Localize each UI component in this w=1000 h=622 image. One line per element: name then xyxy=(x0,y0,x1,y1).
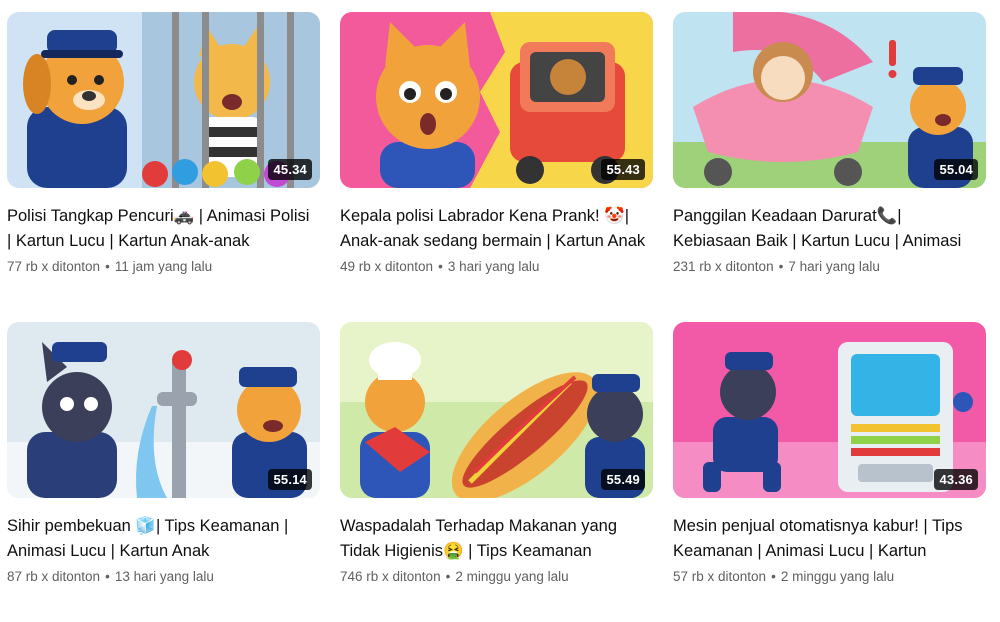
separator-dot: • xyxy=(105,569,110,584)
video-duration: 45.34 xyxy=(268,159,312,180)
upload-age: 11 jam yang lalu xyxy=(114,259,213,274)
video-thumbnail[interactable]: 45.34 xyxy=(7,12,320,188)
view-count: 87 rb x ditonton xyxy=(7,569,101,584)
video-metadata: 231 rb x ditonton • 7 hari yang lalu xyxy=(673,259,986,274)
video-card[interactable]: 45.34 Polisi Tangkap Pencuri🚓 | Animasi … xyxy=(7,12,320,308)
view-count: 746 rb x ditonton xyxy=(340,569,441,584)
video-card[interactable]: 55.04 Panggilan Keadaan Darurat📞| Kebias… xyxy=(673,12,986,308)
video-title[interactable]: Waspadalah Terhadap Makanan yang Tidak H… xyxy=(340,514,653,564)
video-duration: 55.14 xyxy=(268,469,312,490)
video-card[interactable]: 55.49 Waspadalah Terhadap Makanan yang T… xyxy=(340,322,653,622)
video-thumbnail[interactable]: 55.04 xyxy=(673,12,986,188)
video-metadata: 746 rb x ditonton • 2 minggu yang lalu xyxy=(340,569,653,584)
video-grid: 45.34 Polisi Tangkap Pencuri🚓 | Animasi … xyxy=(0,0,1000,616)
video-duration: 43.36 xyxy=(934,469,978,490)
upload-age: 7 hari yang lalu xyxy=(788,259,880,274)
view-count: 57 rb x ditonton xyxy=(673,569,767,584)
separator-dot: • xyxy=(105,259,110,274)
view-count: 231 rb x ditonton xyxy=(673,259,774,274)
video-card[interactable]: 55.43 Kepala polisi Labrador Kena Prank!… xyxy=(340,12,653,308)
video-metadata: 49 rb x ditonton • 3 hari yang lalu xyxy=(340,259,653,274)
separator-dot: • xyxy=(778,259,784,274)
video-card[interactable]: 55.14 Sihir pembekuan 🧊| Tips Keamanan |… xyxy=(7,322,320,622)
video-title[interactable]: Kepala polisi Labrador Kena Prank! 🤡| An… xyxy=(340,204,653,254)
upload-age: 2 minggu yang lalu xyxy=(455,569,569,584)
video-title[interactable]: Mesin penjual otomatisnya kabur! | Tips … xyxy=(673,514,986,564)
video-title[interactable]: Panggilan Keadaan Darurat📞| Kebiasaan Ba… xyxy=(673,204,986,254)
surprised-dog-icon xyxy=(376,22,480,188)
video-thumbnail[interactable]: 55.43 xyxy=(340,12,653,188)
upload-age: 3 hari yang lalu xyxy=(447,259,540,274)
upload-age: 13 hari yang lalu xyxy=(114,569,214,584)
video-thumbnail[interactable]: 55.49 xyxy=(340,322,653,498)
video-thumbnail[interactable]: 43.36 xyxy=(673,322,986,498)
video-duration: 55.04 xyxy=(934,159,978,180)
separator-dot: • xyxy=(438,259,443,274)
video-metadata: 87 rb x ditonton • 13 hari yang lalu xyxy=(7,569,320,584)
video-title[interactable]: Polisi Tangkap Pencuri🚓 | Animasi Polisi… xyxy=(7,204,320,254)
hand-icon xyxy=(953,392,973,412)
upload-age: 2 minggu yang lalu xyxy=(780,569,895,584)
video-thumbnail[interactable]: 55.14 xyxy=(7,322,320,498)
video-metadata: 77 rb x ditonton • 11 jam yang lalu xyxy=(7,259,320,274)
video-title[interactable]: Sihir pembekuan 🧊| Tips Keamanan | Anima… xyxy=(7,514,320,564)
video-metadata: 57 rb x ditonton • 2 minggu yang lalu xyxy=(673,569,986,584)
view-count: 77 rb x ditonton xyxy=(7,259,101,274)
separator-dot: • xyxy=(771,569,776,584)
alert-icon xyxy=(888,40,897,78)
video-card[interactable]: 43.36 Mesin penjual otomatisnya kabur! |… xyxy=(673,322,986,622)
view-count: 49 rb x ditonton xyxy=(340,259,434,274)
separator-dot: • xyxy=(445,569,451,584)
video-duration: 55.43 xyxy=(601,159,645,180)
video-duration: 55.49 xyxy=(601,469,645,490)
